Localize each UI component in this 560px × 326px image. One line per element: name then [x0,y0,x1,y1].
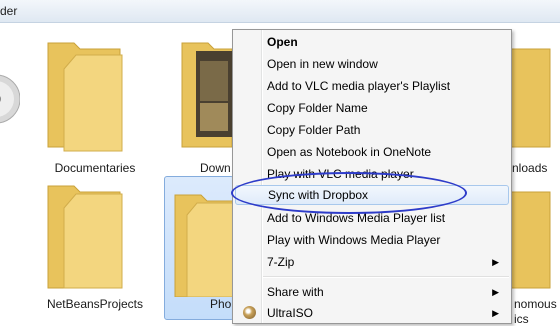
disc-icon [0,74,21,124]
menu-item-label: UltraISO [267,306,314,320]
folder-label: nomous [514,297,557,311]
menu-separator [263,276,509,278]
menu-item-add-wmp-list[interactable]: Add to Windows Media Player list [235,208,507,228]
menu-item-open-new-window[interactable]: Open in new window [235,54,507,74]
folder-icon [47,185,123,289]
folder-label: nloads [512,161,548,175]
submenu-arrow-icon: ▶ [492,257,499,267]
menu-item-label: 7-Zip [267,255,295,269]
menu-item-label: Add to VLC media player's Playlist [267,79,451,93]
menu-item-label: Open [267,35,298,49]
folder-icon [47,42,123,152]
folder-icon [509,48,551,148]
disc-item[interactable] [0,45,21,125]
menu-item-copy-folder-path[interactable]: Copy Folder Path [235,120,507,140]
folder-documentaries[interactable]: Documentaries [40,33,150,183]
menu-item-label: Share with [267,285,324,299]
menu-item-label: Play with Windows Media Player [267,233,441,247]
folder-icon [509,191,551,289]
window-title: der [0,4,18,18]
folder-netbeans[interactable]: NetBeansProjects [40,178,150,318]
menu-item-label: Copy Folder Name [267,101,368,115]
menu-item-label: Add to Windows Media Player list [267,211,446,225]
menu-item-open[interactable]: Open [235,32,507,52]
folder-label: ics [514,312,529,326]
folder-icon [181,42,233,148]
menu-item-sync-dropbox[interactable]: Sync with Dropbox [235,185,509,205]
context-menu: Open Open in new window Add to VLC media… [232,29,512,324]
menu-item-play-vlc[interactable]: Play with VLC media player [235,164,507,184]
submenu-arrow-icon: ▶ [492,287,499,297]
folder-label: NetBeansProjects [46,297,144,311]
folder-right-bottom[interactable]: nomous ics [509,178,560,326]
folder-downloads[interactable]: Down [178,33,233,183]
ultraiso-icon [243,306,256,319]
folder-label: Documentaries [54,161,136,175]
menu-item-7zip[interactable]: 7-Zip ▶ [235,252,507,272]
folder-icon [174,194,234,298]
title-bar: der [0,0,560,23]
menu-item-add-vlc-playlist[interactable]: Add to VLC media player's Playlist [235,76,507,96]
folder-label: Pho [210,297,232,311]
submenu-arrow-icon: ▶ [492,308,499,318]
folder-right-top[interactable]: nloads [509,33,560,183]
folder-photos[interactable]: Pho [164,176,234,320]
menu-item-label: Play with VLC media player [267,167,414,181]
menu-item-open-onenote[interactable]: Open as Notebook in OneNote [235,142,507,162]
folder-label: Down [200,161,231,175]
menu-item-copy-folder-name[interactable]: Copy Folder Name [235,98,507,118]
menu-item-label: Sync with Dropbox [268,188,369,202]
menu-item-label: Open as Notebook in OneNote [267,145,432,159]
menu-item-share-with[interactable]: Share with ▶ [235,282,507,302]
menu-item-play-wmp[interactable]: Play with Windows Media Player [235,230,507,250]
menu-item-label: Copy Folder Path [267,123,361,137]
menu-item-label: Open in new window [267,57,378,71]
menu-item-ultraiso[interactable]: UltraISO ▶ [235,303,507,323]
